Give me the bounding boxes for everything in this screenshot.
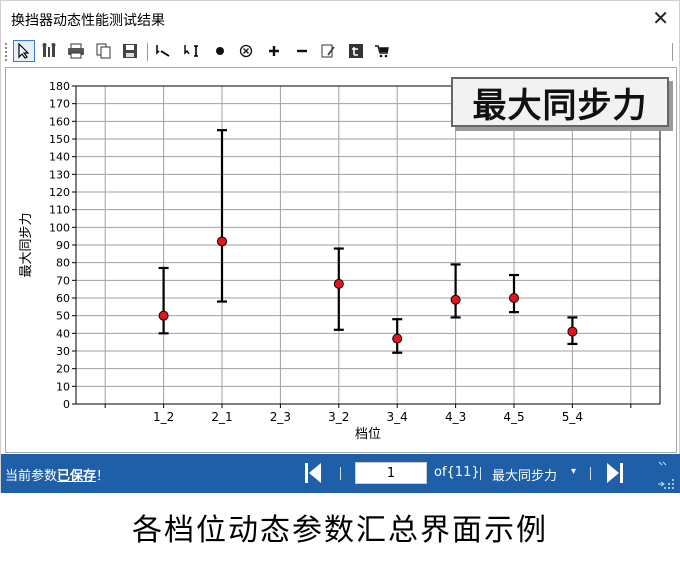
chevron-down-icon[interactable]: ▾ [571, 466, 576, 477]
chart-title: 最大同步力 [451, 77, 669, 127]
mean-marker [509, 293, 519, 303]
status-suffix: ！ [96, 469, 110, 484]
y-tick-label: 40 [56, 327, 70, 340]
app-window: 换挡器动态性能测试结果 ✕ 0 10 20 30 40 50 60 70 80 … [0, 0, 680, 493]
x-tick-label: 5_4 [562, 410, 583, 424]
dot-icon[interactable] [209, 40, 231, 62]
mean-marker [158, 310, 169, 321]
first-page-icon[interactable] [304, 462, 322, 484]
x-tick-label: 3_4 [387, 410, 408, 424]
y-axis-label: 最大同步力 [19, 212, 34, 277]
minus-icon[interactable] [291, 40, 313, 62]
circle-x-icon[interactable] [235, 40, 257, 62]
mean-marker [392, 333, 403, 344]
status-separator [340, 467, 341, 480]
toolbar-separator [147, 43, 148, 61]
status-bar: 当前参数已保存！ of{11} 最大同步力 ▾ [1, 454, 680, 493]
x-tick-label: 3_2 [328, 410, 349, 424]
figure-caption: 各档位动态参数汇总界面示例 [132, 513, 548, 548]
window-title: 换挡器动态性能测试结果 [11, 13, 165, 29]
saved-link[interactable]: 已保存 [57, 469, 96, 484]
mean-marker [450, 294, 461, 305]
save-status: 当前参数已保存！ [5, 465, 109, 484]
y-tick-label: 60 [56, 292, 70, 305]
text-tool-icon[interactable] [345, 40, 367, 62]
x-tick-label: 4_3 [445, 410, 466, 424]
cart-icon[interactable] [371, 40, 393, 62]
page-name-selector[interactable]: 最大同步力 [492, 465, 557, 484]
mean-marker [333, 278, 344, 289]
chart-panel: 0 10 20 30 40 50 60 70 80 90 100 110 120 130 140 150 160… [5, 67, 677, 453]
y-tick-label: 70 [56, 274, 70, 287]
y-tick-label: 20 [56, 363, 70, 376]
cursor-data-icon[interactable] [181, 40, 203, 62]
y-tick-label: 150 [49, 133, 70, 146]
properties-icon[interactable] [39, 40, 61, 62]
close-icon[interactable]: ✕ [652, 6, 669, 30]
last-page-icon[interactable] [606, 462, 624, 484]
y-tick-label: 170 [49, 98, 70, 111]
line-tool-icon[interactable] [153, 40, 175, 62]
save-icon[interactable] [119, 40, 141, 62]
page-count: of{11} [434, 465, 480, 480]
print-icon[interactable] [65, 40, 87, 62]
x-tick-label: 2_3 [270, 410, 291, 424]
y-tick-label: 50 [56, 310, 70, 323]
x-axis-label: 档位 [355, 427, 381, 442]
status-prefix: 当前参数 [5, 469, 58, 484]
status-separator [590, 467, 591, 480]
y-tick-label: 100 [49, 221, 70, 234]
y-tick-label: 0 [63, 398, 70, 411]
mean-marker [217, 236, 227, 247]
y-tick-label: 30 [56, 345, 70, 358]
resize-grip-icon[interactable] [655, 458, 677, 490]
toolbar [1, 39, 680, 65]
page-number-input[interactable] [355, 462, 427, 484]
y-tick-label: 160 [49, 115, 70, 128]
x-tick-label: 4_5 [503, 410, 524, 424]
y-tick-label: 140 [49, 151, 70, 164]
y-tick-label: 10 [56, 380, 70, 393]
toolbar-end-separator [672, 43, 673, 61]
y-tick-label: 80 [56, 257, 70, 270]
plus-icon[interactable] [263, 40, 285, 62]
status-separator [480, 467, 481, 480]
y-tick-label: 180 [49, 80, 70, 93]
copy-icon[interactable] [93, 40, 115, 62]
x-tick-label: 1_2 [153, 410, 174, 424]
y-tick-label: 90 [56, 239, 70, 252]
pointer-icon[interactable] [13, 40, 35, 62]
toolbar-grip[interactable] [5, 43, 8, 61]
y-tick-label: 110 [49, 204, 70, 217]
x-tick-label: 2_1 [211, 410, 232, 424]
edit-note-icon[interactable] [317, 40, 339, 62]
y-tick-label: 130 [49, 168, 70, 181]
mean-marker [567, 326, 578, 337]
y-tick-label: 120 [49, 186, 70, 199]
title-bar: 换挡器动态性能测试结果 ✕ [1, 1, 680, 37]
